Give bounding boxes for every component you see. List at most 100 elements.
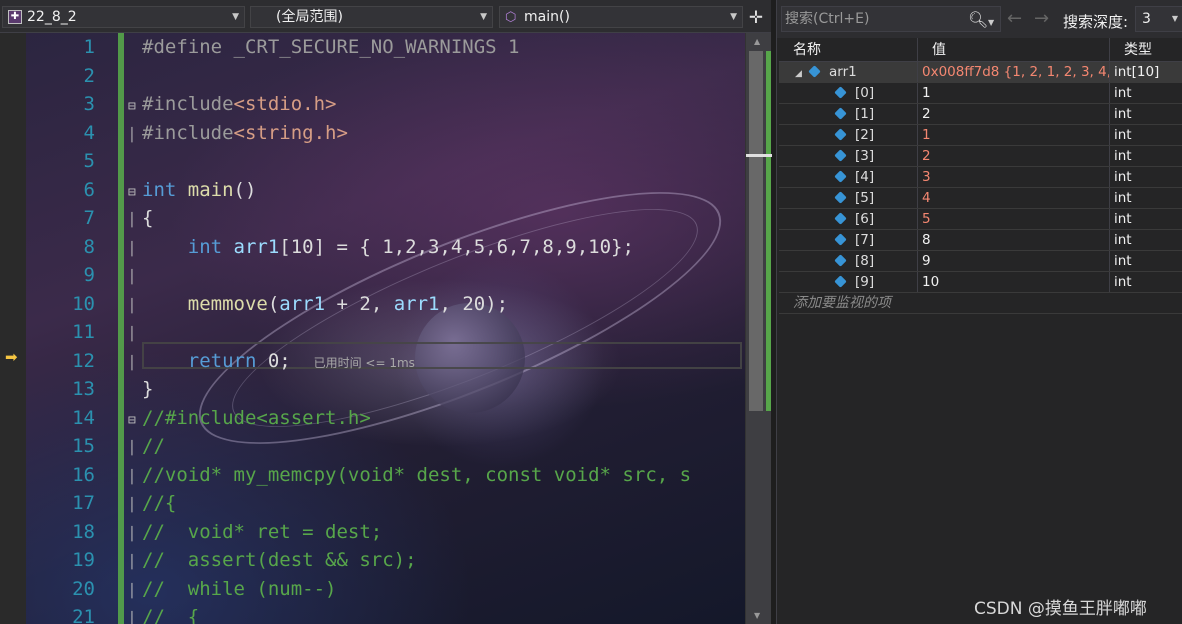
watch-value[interactable]: 5: [918, 209, 1110, 229]
line-number: 4: [83, 121, 95, 144]
column-header-name[interactable]: 名称: [779, 38, 918, 62]
scrollbar-thumb[interactable]: [749, 51, 763, 411]
variable-icon: [834, 191, 847, 204]
scope-dropdown[interactable]: (全局范围) ▼: [250, 6, 493, 28]
watch-name: arr1: [829, 64, 857, 80]
watch-row[interactable]: [8] 9 int: [779, 251, 1182, 272]
watch-window[interactable]: 搜索(Ctrl+E) 🔍︎ ▼ ← → 搜索深度: 3 ▼ 名称 值 类型 ◢ a…: [776, 0, 1182, 624]
code-text: // assert(dest && src);: [142, 549, 417, 571]
code-line[interactable]: [128, 62, 745, 91]
watch-row[interactable]: [9] 10 int: [779, 272, 1182, 293]
scroll-down-arrow-icon[interactable]: ▼: [754, 611, 760, 620]
watch-row[interactable]: [7] 8 int: [779, 230, 1182, 251]
collapse-icon[interactable]: ⊟: [128, 407, 142, 436]
code-text: int: [142, 178, 177, 201]
variable-icon: [808, 65, 821, 78]
editor-vertical-scrollbar[interactable]: ▲ ▼: [745, 33, 772, 624]
code-line[interactable]: │ int arr1[10] = { 1,2,3,4,5,6,7,8,9,10}…: [128, 233, 745, 262]
line-number: 10: [72, 292, 95, 315]
code-line[interactable]: ⊟ #include<stdio.h>: [128, 90, 745, 119]
add-watch-item[interactable]: 添加要监视的项: [779, 293, 1182, 314]
forward-arrow-icon[interactable]: →: [1034, 8, 1049, 29]
code-line[interactable]: │// void* ret = dest;: [128, 518, 745, 547]
column-header-type[interactable]: 类型: [1110, 38, 1182, 62]
watch-name: [8]: [855, 253, 875, 269]
watch-row[interactable]: [5] 4 int: [779, 188, 1182, 209]
watch-value[interactable]: 10: [918, 272, 1110, 292]
code-line[interactable]: ⊟ int main(): [128, 176, 745, 205]
watch-value[interactable]: 2: [918, 104, 1110, 124]
watch-row-root[interactable]: ◢ arr1 0x008ff7d8 {1, 2, 1, 2, 3, 4, ... …: [779, 62, 1182, 83]
code-line[interactable]: │//: [128, 432, 745, 461]
scrollbar-change-marker: [766, 51, 771, 411]
chevron-down-icon: ▼: [232, 12, 239, 22]
watch-type: int: [1114, 106, 1132, 122]
watch-value[interactable]: 1: [918, 125, 1110, 145]
search-depth-label: 搜索深度:: [1063, 13, 1129, 31]
code-line[interactable]: │ #include<string.h>: [128, 119, 745, 148]
scrollbar-caret-marker: [746, 154, 772, 157]
watermark: CSDN @摸鱼王胖嘟嘟: [974, 599, 1147, 619]
code-line[interactable]: │// while (num--): [128, 575, 745, 604]
perf-tip[interactable]: 已用时间 <= 1ms: [314, 356, 415, 370]
watch-table[interactable]: 名称 值 类型 ◢ arr1 0x008ff7d8 {1, 2, 1, 2, 3,…: [779, 38, 1182, 314]
collapse-icon[interactable]: ⊟: [128, 179, 142, 208]
split-editor-button[interactable]: ✛: [746, 8, 766, 28]
line-number-gutter: 1 2 3 4 5 6 7 8 9 10 11 12 13 14 15 16 17 18 19 20 21: [30, 33, 95, 624]
variable-icon: [834, 233, 847, 246]
watch-name-cell: [8]: [779, 251, 918, 271]
watch-value[interactable]: 8: [918, 230, 1110, 250]
glyph-margin[interactable]: ➡: [0, 33, 26, 624]
watch-value[interactable]: 0x008ff7d8 {1, 2, 1, 2, 3, 4, ...: [918, 62, 1110, 82]
watch-row[interactable]: [3] 2 int: [779, 146, 1182, 167]
watch-table-header: 名称 值 类型: [779, 38, 1182, 62]
line-number: 16: [72, 463, 95, 486]
collapse-triangle-icon[interactable]: ◢: [795, 64, 809, 82]
code-line[interactable]: │// assert(dest && src);: [128, 546, 745, 575]
code-line[interactable]: │: [128, 318, 745, 347]
scroll-up-arrow-icon[interactable]: ▲: [754, 37, 760, 46]
line-number: 15: [72, 435, 95, 457]
watch-row[interactable]: [6] 5 int: [779, 209, 1182, 230]
code-line[interactable]: [128, 147, 745, 176]
watch-name-cell: [2]: [779, 125, 918, 145]
code-area[interactable]: ➡ 1 2 3 4 5 6 7 8 9 10 11 12 13 14 15 16 17 18 19 20 21 #def…: [0, 33, 745, 624]
code-line[interactable]: ⊟//#include<assert.h>: [128, 404, 745, 433]
code-line[interactable]: │: [128, 261, 745, 290]
code-editor[interactable]: ✚ 22_8_2 ▼ (全局范围) ▼ ⬡ main() ▼ ✛ ➡ 12345…: [0, 0, 772, 624]
column-header-value[interactable]: 值: [918, 38, 1110, 62]
watch-name-cell: ◢ arr1: [779, 62, 918, 82]
code-line[interactable]: │ memmove(arr1 + 2, arr1, 20);: [128, 290, 745, 319]
project-dropdown[interactable]: ✚ 22_8_2 ▼: [2, 6, 245, 28]
watch-value[interactable]: 2: [918, 146, 1110, 166]
watch-row[interactable]: [1] 2 int: [779, 104, 1182, 125]
collapse-icon[interactable]: ⊟: [128, 93, 142, 122]
watch-value[interactable]: 9: [918, 251, 1110, 271]
code-line[interactable]: │//{: [128, 489, 745, 518]
function-dropdown[interactable]: ⬡ main() ▼: [499, 6, 743, 28]
watch-row[interactable]: [2] 1 int: [779, 125, 1182, 146]
search-depth-dropdown[interactable]: 3 ▼: [1135, 6, 1182, 32]
code-lines[interactable]: #define _CRT_SECURE_NO_WARNINGS 1 ⊟ #incl…: [128, 33, 745, 624]
watch-name: [6]: [855, 211, 875, 227]
code-line[interactable]: }: [128, 375, 745, 404]
code-line[interactable]: │ return 0; 已用时间 <= 1ms: [128, 347, 745, 376]
watch-value[interactable]: 3: [918, 167, 1110, 187]
watch-row[interactable]: [0] 1 int: [779, 83, 1182, 104]
code-line[interactable]: │// {: [128, 603, 745, 624]
code-line[interactable]: │//void* my_memcpy(void* dest, const voi…: [128, 461, 745, 490]
code-line[interactable]: │{: [128, 204, 745, 233]
chevron-down-icon[interactable]: ▼: [988, 11, 994, 35]
watch-row[interactable]: [4] 3 int: [779, 167, 1182, 188]
watch-value[interactable]: 4: [918, 188, 1110, 208]
watch-value[interactable]: 1: [918, 83, 1110, 103]
watch-name: [4]: [855, 169, 875, 185]
watch-name-cell: [5]: [779, 188, 918, 208]
code-line[interactable]: #define _CRT_SECURE_NO_WARNINGS 1: [128, 33, 745, 62]
search-icon[interactable]: 🔍︎: [968, 8, 988, 32]
watch-search-input[interactable]: 搜索(Ctrl+E) 🔍︎ ▼: [781, 6, 1001, 32]
line-number: 1: [83, 36, 95, 58]
watch-name-cell: [9]: [779, 272, 918, 292]
function-dropdown-label: main(): [524, 9, 570, 25]
back-arrow-icon[interactable]: ←: [1007, 8, 1022, 29]
